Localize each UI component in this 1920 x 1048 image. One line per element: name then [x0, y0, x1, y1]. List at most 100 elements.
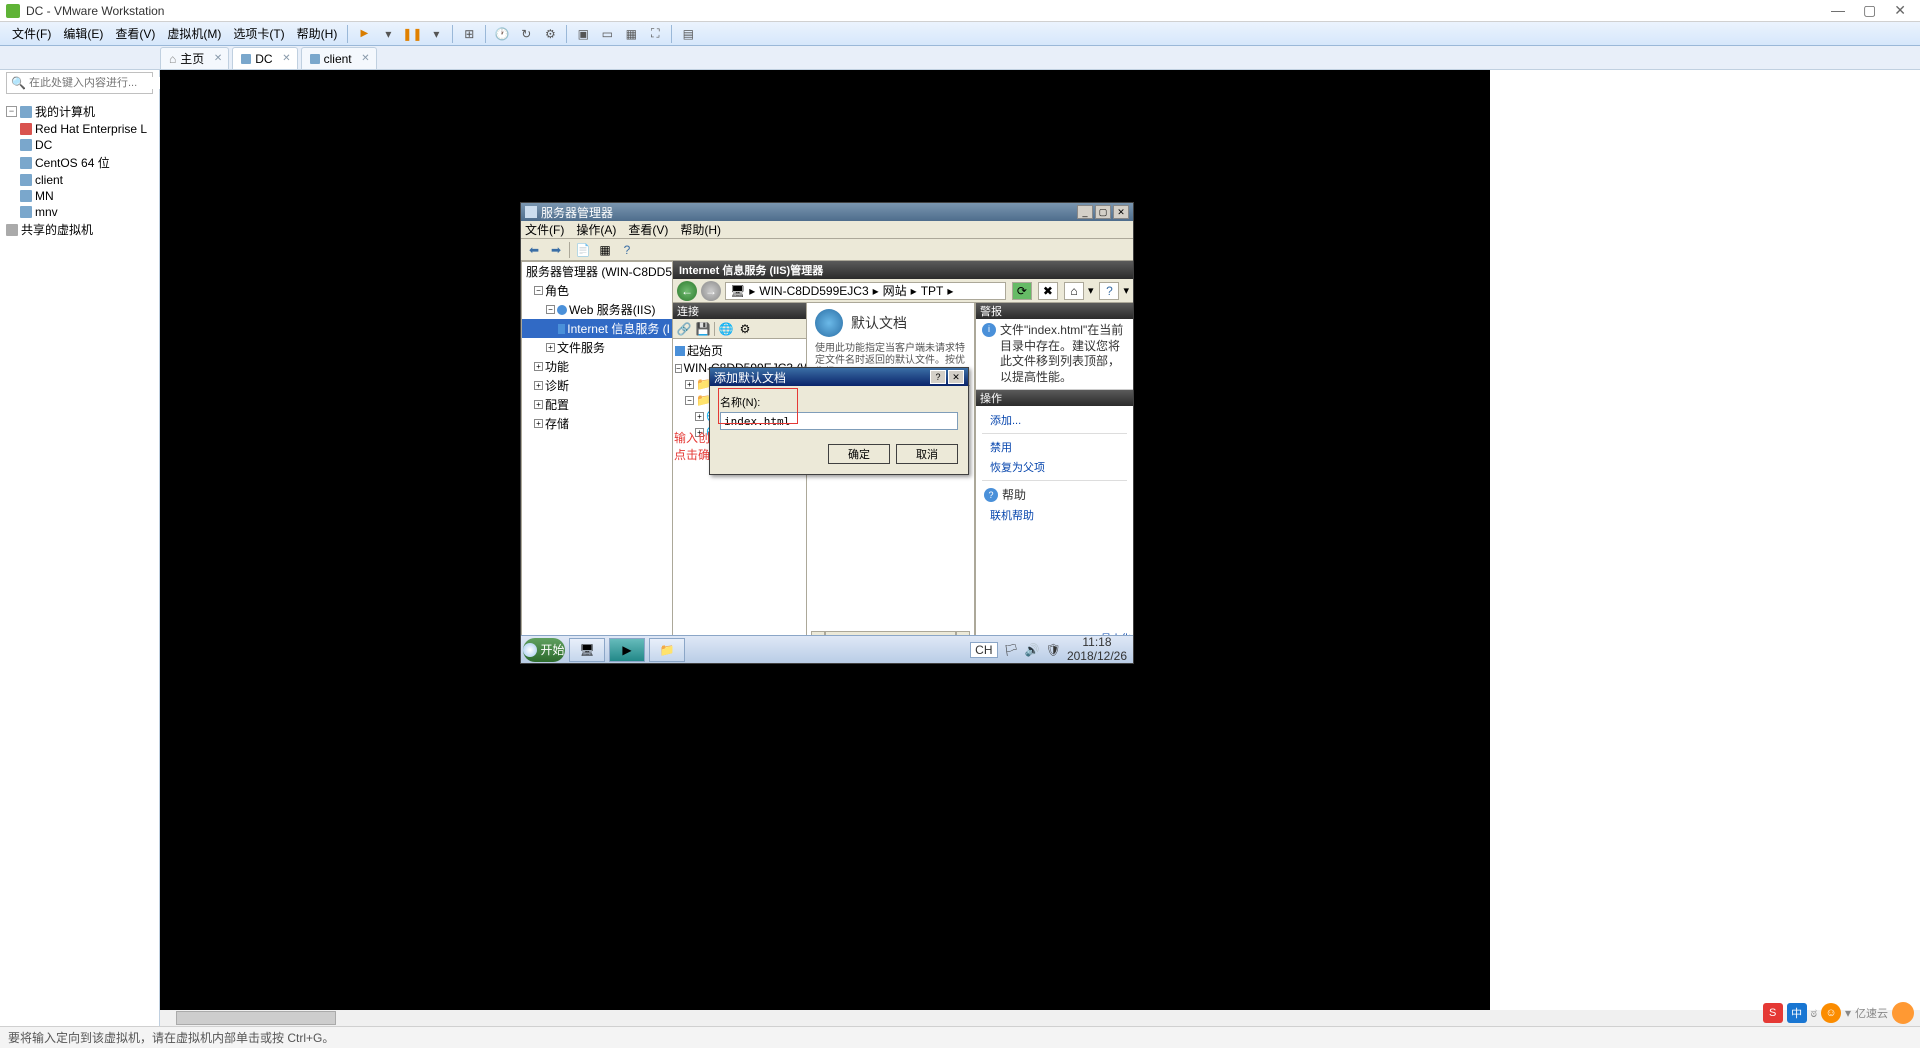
- search-box[interactable]: 🔍 ▼: [6, 72, 153, 94]
- tree-features[interactable]: +功能: [522, 357, 672, 376]
- action-add[interactable]: 添加...: [976, 410, 1133, 430]
- console-icon[interactable]: ▦: [621, 24, 641, 44]
- tree-diag[interactable]: +诊断: [522, 376, 672, 395]
- tree-item[interactable]: Red Hat Enterprise L: [2, 121, 157, 137]
- menu-view[interactable]: 查看(V): [109, 23, 161, 44]
- forward-icon[interactable]: →: [701, 281, 721, 301]
- close-icon[interactable]: ✕: [214, 53, 222, 64]
- tree-item[interactable]: CentOS 64 位: [2, 153, 157, 172]
- taskbar-item[interactable]: 🖥: [569, 638, 605, 662]
- refresh-icon[interactable]: ⟳: [1012, 282, 1032, 300]
- minimize-button[interactable]: —: [1831, 2, 1845, 19]
- tree-config[interactable]: +配置: [522, 395, 672, 414]
- taskbar-item[interactable]: ▶: [609, 638, 645, 662]
- tab-home[interactable]: ⌂主页✕: [160, 47, 229, 69]
- help-icon[interactable]: ?: [618, 241, 636, 259]
- dropdown-icon[interactable]: ▾: [378, 24, 398, 44]
- dropdown-icon[interactable]: ▾: [426, 24, 446, 44]
- action-online-help[interactable]: 联机帮助: [976, 505, 1133, 525]
- help-button[interactable]: ?: [930, 370, 946, 384]
- close-button[interactable]: ✕: [1113, 205, 1129, 219]
- clock[interactable]: 11:18 2018/12/26: [1067, 636, 1127, 662]
- sogou-icon[interactable]: S: [1763, 1003, 1783, 1023]
- tree-item[interactable]: client: [2, 172, 157, 188]
- brand-icon[interactable]: [1892, 1002, 1914, 1024]
- tree-storage[interactable]: +存储: [522, 414, 672, 433]
- thumbnail-icon[interactable]: ▤: [678, 24, 698, 44]
- dialog-titlebar[interactable]: 添加默认文档 ? ✕: [710, 368, 968, 386]
- sites-icon[interactable]: 🌐: [718, 321, 734, 337]
- back-icon[interactable]: ⬅: [525, 241, 543, 259]
- scrollbar[interactable]: [160, 1010, 1920, 1026]
- tree-web-server[interactable]: −Web 服务器(IIS): [522, 300, 672, 319]
- iis-manager: Internet 信息服务 (IIS)管理器 ← → 🖥▸ WIN-C8DD59…: [673, 261, 1133, 663]
- minimize-button[interactable]: _: [1077, 205, 1093, 219]
- refresh-icon[interactable]: ▦: [596, 241, 614, 259]
- unity-icon[interactable]: ▭: [597, 24, 617, 44]
- tree-item[interactable]: mnv: [2, 204, 157, 220]
- save-icon[interactable]: 💾: [695, 321, 711, 337]
- vm-canvas[interactable]: 服务器管理器 _ ▢ ✕ 文件(F) 操作(A) 查看(V) 帮助(H) ⬅ ➡…: [160, 70, 1920, 1026]
- ok-button[interactable]: 确定: [828, 444, 890, 464]
- close-button[interactable]: ✕: [948, 370, 964, 384]
- name-input[interactable]: [720, 412, 958, 430]
- start-button[interactable]: 开始: [523, 638, 565, 662]
- action-revert[interactable]: 恢复为父项: [976, 457, 1133, 477]
- menu-help[interactable]: 帮助(H): [680, 221, 721, 238]
- menu-vm[interactable]: 虚拟机(M): [161, 23, 227, 44]
- window-titlebar[interactable]: 服务器管理器 _ ▢ ✕: [521, 203, 1133, 221]
- tree-roles[interactable]: −角色: [522, 281, 672, 300]
- pools-icon[interactable]: ⚙: [737, 321, 753, 337]
- menu-action[interactable]: 操作(A): [576, 221, 616, 238]
- back-icon[interactable]: ←: [677, 281, 697, 301]
- menu-file[interactable]: 文件(F): [6, 23, 57, 44]
- help-icon[interactable]: ?: [1099, 282, 1119, 300]
- manage-icon[interactable]: ⚙: [540, 24, 560, 44]
- snapshot-icon[interactable]: ⊞: [459, 24, 479, 44]
- breadcrumb[interactable]: 🖥▸ WIN-C8DD599EJC3▸ 网站▸ TPT▸: [725, 282, 1006, 300]
- close-button[interactable]: ✕: [1894, 2, 1906, 19]
- smile-icon[interactable]: ☺: [1821, 1003, 1841, 1023]
- action-disable[interactable]: 禁用: [976, 437, 1133, 457]
- connect-icon[interactable]: 🔗: [676, 321, 692, 337]
- tree-shared[interactable]: 共享的虚拟机: [2, 220, 157, 239]
- forward-icon[interactable]: ➡: [547, 241, 565, 259]
- tab-dc[interactable]: DC✕: [232, 47, 297, 69]
- maximize-button[interactable]: ▢: [1095, 205, 1111, 219]
- menu-tabs[interactable]: 选项卡(T): [227, 23, 290, 44]
- tree-item[interactable]: MN: [2, 188, 157, 204]
- tree-item[interactable]: DC: [2, 137, 157, 153]
- close-icon[interactable]: ✕: [282, 53, 290, 64]
- tree-iis[interactable]: Internet 信息服务 (I: [522, 319, 672, 338]
- tree-my-computer[interactable]: −我的计算机: [2, 102, 157, 121]
- tray-icon[interactable]: 🔊: [1025, 643, 1040, 657]
- tray-icon[interactable]: 🛡: [1046, 643, 1061, 657]
- vm-icon: [241, 54, 251, 64]
- search-input[interactable]: [29, 77, 171, 89]
- language-indicator[interactable]: CH: [970, 642, 997, 658]
- menu-view[interactable]: 查看(V): [628, 221, 668, 238]
- clock-icon[interactable]: 🕐: [492, 24, 512, 44]
- action-help[interactable]: ?帮助: [976, 484, 1133, 505]
- menu-edit[interactable]: 编辑(E): [57, 23, 109, 44]
- refresh-icon[interactable]: ↻: [516, 24, 536, 44]
- layout-icon[interactable]: ▣: [573, 24, 593, 44]
- maximize-button[interactable]: ▢: [1863, 2, 1876, 19]
- tray-icon[interactable]: 🏳: [1004, 643, 1019, 657]
- cancel-button[interactable]: 取消: [896, 444, 958, 464]
- tree-file-service[interactable]: +文件服务: [522, 338, 672, 357]
- taskbar-item[interactable]: 📁: [649, 638, 685, 662]
- tree-root[interactable]: 服务器管理器 (WIN-C8DD599EJC: [522, 262, 672, 281]
- home-icon[interactable]: ⌂: [1064, 282, 1084, 300]
- pause-icon[interactable]: ❚❚: [402, 24, 422, 44]
- close-icon[interactable]: ✕: [361, 53, 369, 64]
- ime-lang-icon[interactable]: 中: [1787, 1003, 1807, 1023]
- start-page[interactable]: 起始页: [675, 341, 804, 360]
- fullscreen-icon[interactable]: ⛶: [645, 24, 665, 44]
- menu-file[interactable]: 文件(F): [525, 221, 564, 238]
- power-on-icon[interactable]: ▶: [354, 24, 374, 44]
- stop-icon[interactable]: ✖: [1038, 282, 1058, 300]
- tab-client[interactable]: client✕: [301, 47, 377, 69]
- properties-icon[interactable]: 📄: [574, 241, 592, 259]
- menu-help[interactable]: 帮助(H): [291, 23, 344, 44]
